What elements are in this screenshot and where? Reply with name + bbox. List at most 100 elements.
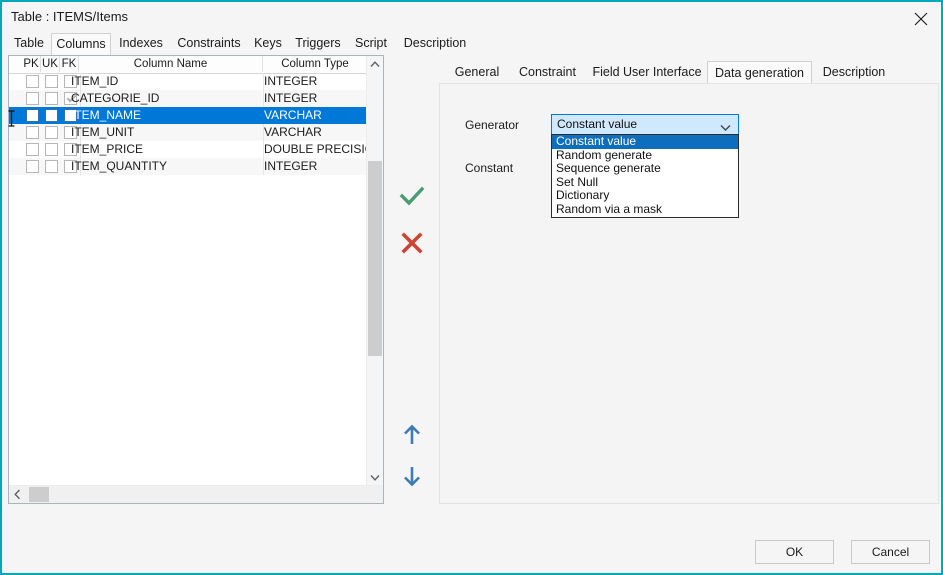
column-header-uk[interactable]: UK [41, 56, 60, 72]
data-generation-panel: Generator Constant Constant value Consta… [439, 83, 939, 504]
tab-triggers[interactable]: Triggers [289, 33, 347, 55]
move-down-button[interactable] [394, 460, 430, 492]
scrollbar-corner [367, 486, 383, 503]
tab-columns[interactable]: Columns [51, 33, 111, 55]
column-header-fk[interactable]: FK [60, 56, 79, 72]
vertical-scroll-thumb[interactable] [368, 161, 382, 356]
dropdown-option[interactable]: Sequence generate [552, 162, 738, 176]
checkbox-pk[interactable] [26, 75, 39, 88]
delete-button[interactable] [394, 227, 430, 259]
close-button[interactable] [899, 4, 941, 31]
cell-column-name[interactable]: ITEM_QUANTITY [71, 158, 263, 175]
checkbox-pk[interactable] [26, 92, 39, 105]
tab-label: Description [822, 65, 886, 79]
chevron-down-icon [370, 475, 380, 481]
checkbox-pk[interactable] [26, 143, 39, 156]
checkbox-uk[interactable] [45, 92, 58, 105]
close-icon [914, 12, 928, 26]
cancel-button[interactable]: Cancel [851, 540, 930, 564]
dropdown-option[interactable]: Constant value [552, 134, 738, 149]
cell-column-name[interactable]: CATEGORIE_ID [71, 90, 263, 107]
dropdown-option[interactable]: Set Null [552, 175, 738, 190]
column-header-column-name[interactable]: Column Name [79, 56, 263, 72]
checkbox-pk[interactable] [26, 126, 39, 139]
generator-select[interactable]: Constant value [551, 114, 739, 135]
vertical-scrollbar[interactable] [366, 56, 383, 486]
tab-label: Field User Interface [592, 65, 702, 79]
tab-constraint[interactable]: Constraint [508, 61, 587, 84]
tab-keys[interactable]: Keys [248, 33, 288, 55]
cell-column-type[interactable]: VARCHAR [264, 124, 367, 141]
dropdown-option[interactable]: Random generate [552, 148, 738, 163]
table-editor-window: Table : ITEMS/Items Table Columns Indexe… [0, 0, 943, 575]
move-up-button[interactable] [394, 419, 430, 451]
checkbox-uk[interactable] [45, 109, 58, 122]
cell-column-type[interactable]: DOUBLE PRECISION [264, 141, 367, 158]
scroll-up-button[interactable] [367, 56, 383, 73]
cell-column-type[interactable]: INTEGER [264, 73, 367, 90]
checkbox-uk[interactable] [45, 75, 58, 88]
checkbox-uk[interactable] [45, 143, 58, 156]
tab-label: Indexes [119, 36, 163, 50]
cell-column-type[interactable]: INTEGER [264, 158, 367, 175]
cell-column-name[interactable]: ITEM_UNIT [71, 124, 263, 141]
columns-grid: PK UK FK Column Name Column Type ITEM_ID… [8, 55, 384, 504]
generator-selected-value: Constant value [557, 117, 638, 131]
cell-column-name[interactable]: ITEM_PRICE [71, 141, 263, 158]
column-header-pk[interactable]: PK [22, 56, 41, 72]
ok-button[interactable]: OK [755, 540, 834, 564]
tab-description[interactable]: Description [395, 33, 475, 55]
tab-label: Data generation [715, 66, 804, 80]
table-row[interactable]: ITEM_PRICEDOUBLE PRECISION [9, 141, 367, 158]
generator-dropdown-list[interactable]: Constant value Random generate Sequence ge… [551, 134, 739, 218]
dropdown-option[interactable]: Random via a mask [552, 202, 738, 217]
table-row[interactable]: ITEM_QUANTITY INTEGER [9, 158, 367, 175]
tab-label: Constraints [177, 36, 241, 50]
tab-indexes[interactable]: Indexes [112, 33, 170, 55]
tab-script[interactable]: Script [348, 33, 394, 55]
cell-column-name[interactable]: ITEM_NAME [71, 107, 263, 124]
horizontal-scroll-thumb[interactable] [29, 487, 49, 502]
grid-rows: ITEM_ID INTEGER CATEGORIE_ID INTEGER ITEM_NA… [9, 73, 367, 485]
checkbox-uk[interactable] [45, 126, 58, 139]
tab-label: Columns [56, 37, 106, 51]
tab-label: Description [403, 36, 467, 50]
scroll-down-button[interactable] [367, 469, 383, 486]
tab-description-detail[interactable]: Description [813, 61, 895, 84]
header-label: FK [61, 58, 77, 70]
detail-tab-strip: General Constraint Field User Interface … [442, 61, 939, 84]
titlebar: Table : ITEMS/Items [4, 4, 941, 32]
table-row[interactable]: ITEM_UNIT VARCHAR [9, 124, 367, 141]
checkbox-pk[interactable] [26, 160, 39, 173]
header-label: PK [23, 58, 39, 70]
tab-label: Table [14, 36, 44, 50]
accept-button[interactable] [394, 180, 430, 212]
window-title: Table : ITEMS/Items [11, 9, 129, 24]
checkbox-uk[interactable] [45, 160, 58, 173]
chevron-down-icon [719, 121, 732, 135]
tab-table[interactable]: Table [8, 33, 50, 55]
tab-field-user-interface[interactable]: Field User Interface [587, 61, 707, 84]
main-tab-strip: Table Columns Indexes Constraints Keys T… [6, 33, 941, 55]
table-row[interactable]: ITEM_NAME VARCHAR [9, 107, 367, 124]
tab-general[interactable]: General [446, 61, 508, 84]
arrow-down-icon [404, 467, 420, 487]
cell-column-type[interactable]: VARCHAR [264, 107, 367, 124]
tab-constraints[interactable]: Constraints [171, 33, 247, 55]
tab-label: Triggers [295, 36, 341, 50]
table-row[interactable]: ITEM_ID INTEGER [9, 73, 367, 90]
header-label: UK [42, 58, 58, 70]
chevron-left-icon [14, 489, 21, 500]
horizontal-scrollbar[interactable] [9, 485, 383, 503]
tab-data-generation[interactable]: Data generation [707, 61, 812, 84]
column-header-column-type[interactable]: Column Type [263, 56, 367, 72]
table-row[interactable]: CATEGORIE_ID INTEGER [9, 90, 367, 107]
checkbox-pk[interactable] [26, 109, 39, 122]
row-action-toolbar [388, 55, 436, 504]
scroll-left-button[interactable] [9, 486, 26, 503]
cell-column-name[interactable]: ITEM_ID [71, 73, 263, 90]
cell-column-type[interactable]: INTEGER [264, 90, 367, 107]
header-label: Column Name [133, 58, 208, 70]
arrow-up-icon [404, 424, 420, 444]
dropdown-option[interactable]: Dictionary [552, 189, 738, 203]
